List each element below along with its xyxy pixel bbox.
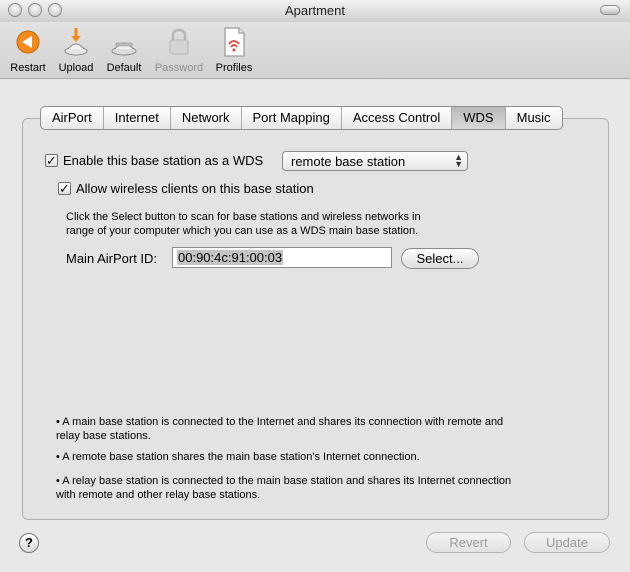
tab-internet[interactable]: Internet: [104, 107, 171, 129]
tab-access-control[interactable]: Access Control: [342, 107, 453, 129]
help-button[interactable]: ?: [19, 533, 39, 553]
upload-icon: [64, 28, 88, 56]
main-base-station-note: • A main base station is connected to th…: [56, 415, 503, 443]
instructions-text: Click the Select button to scan for base…: [66, 210, 421, 238]
relay-note-line-1: • A relay base station is connected to t…: [56, 475, 512, 487]
select-button[interactable]: Select...: [401, 248, 479, 269]
enable-wds-label: Enable this base station as a WDS: [63, 153, 264, 168]
update-button[interactable]: Update: [524, 532, 610, 553]
toolbar-toggle-button[interactable]: [600, 5, 620, 15]
profiles-label: Profiles: [215, 62, 253, 74]
window-title: Apartment: [285, 3, 345, 18]
tab-music[interactable]: Music: [506, 107, 562, 129]
remote-base-station-note: • A remote base station shares the main …: [56, 451, 420, 463]
upload-label: Upload: [58, 62, 94, 74]
instructions-line-1: Click the Select button to scan for base…: [66, 211, 421, 223]
revert-button[interactable]: Revert: [426, 532, 511, 553]
instructions-line-2: range of your computer which you can use…: [66, 225, 419, 237]
enable-wds-checkbox[interactable]: ✓: [45, 154, 58, 167]
relay-base-station-note: • A relay base station is connected to t…: [56, 474, 511, 502]
profiles-icon: [224, 27, 245, 57]
upload-button[interactable]: Upload: [55, 26, 97, 76]
tab-wds[interactable]: WDS: [452, 107, 506, 129]
profiles-button[interactable]: Profiles: [213, 26, 255, 76]
allow-wireless-clients-checkbox[interactable]: ✓: [58, 182, 71, 195]
tab-port-mapping[interactable]: Port Mapping: [242, 107, 342, 129]
allow-wireless-clients-label: Allow wireless clients on this base stat…: [76, 181, 314, 196]
restart-button[interactable]: Restart: [8, 26, 48, 76]
main-note-line-1: • A main base station is connected to th…: [56, 416, 504, 428]
select-arrows-icon: ▲ ▼: [454, 152, 463, 169]
main-airport-id-value: 00:90:4c:91:00:03: [177, 250, 284, 265]
wds-mode-value: remote base station: [291, 154, 406, 169]
toolbar: Restart Upload Default Password Profiles: [0, 22, 630, 79]
tab-bar: AirPort Internet Network Port Mapping Ac…: [40, 106, 563, 130]
default-icon: [111, 42, 137, 56]
default-button[interactable]: Default: [103, 26, 145, 76]
relay-note-line-2: with remote and other relay base station…: [56, 489, 261, 501]
restart-icon: [16, 30, 40, 54]
lock-icon: [169, 28, 189, 55]
main-airport-id-label: Main AirPort ID:: [66, 251, 158, 266]
wds-mode-select[interactable]: remote base station ▲ ▼: [282, 151, 468, 171]
title-bar: Apartment: [0, 0, 630, 23]
tab-network[interactable]: Network: [171, 107, 242, 129]
tab-airport[interactable]: AirPort: [41, 107, 104, 129]
default-label: Default: [106, 62, 142, 74]
main-airport-id-input[interactable]: 00:90:4c:91:00:03: [172, 247, 392, 268]
restart-label: Restart: [10, 62, 46, 74]
password-label: Password: [154, 62, 204, 74]
main-note-line-2: relay base stations.: [56, 430, 151, 442]
password-button[interactable]: Password: [152, 26, 206, 76]
